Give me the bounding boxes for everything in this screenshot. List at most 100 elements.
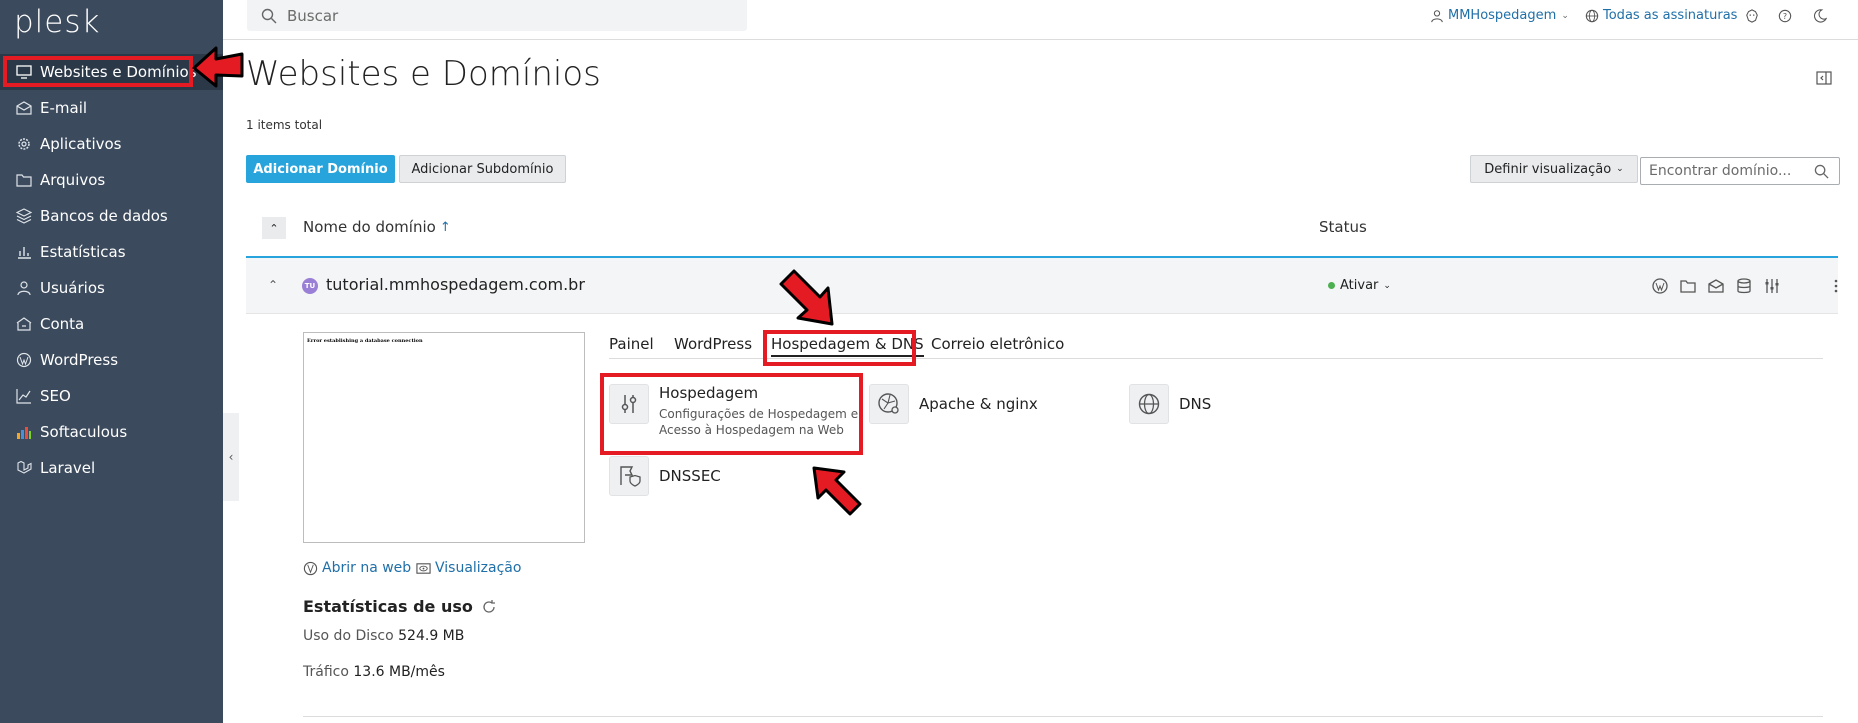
sidebar-item-label: SEO [40, 387, 71, 405]
database-icon[interactable] [1735, 277, 1753, 295]
sidebar-item-users[interactable]: Usuários [0, 270, 223, 306]
plesk-logo[interactable]: plesk [14, 4, 100, 40]
add-subdomain-button[interactable]: Adicionar Subdomínio [399, 155, 566, 183]
add-domain-button[interactable]: Adicionar Domínio [246, 155, 395, 183]
status-dropdown[interactable]: Ativar ⌄ [1328, 278, 1391, 293]
annotation-arrow-tile [812, 466, 862, 516]
tab-painel[interactable]: Painel [609, 335, 654, 353]
tab-wordpress[interactable]: WordPress [674, 335, 752, 353]
find-domain-field[interactable] [1640, 157, 1840, 185]
user-menu[interactable]: MMHospedagem ⌄ [1430, 0, 1569, 31]
chevron-up-icon[interactable]: ⌃ [268, 278, 278, 292]
sidebar-item-label: WordPress [40, 351, 119, 369]
sidebar-collapse-toggle[interactable]: ‹ [223, 413, 239, 501]
sidebar-item-statistics[interactable]: Estatísticas [0, 234, 223, 270]
traffic-label: Tráfico [303, 664, 349, 680]
preview-label: Visualização [435, 560, 522, 576]
tile-icon [1129, 384, 1169, 424]
sidebar-item-label: Arquivos [40, 171, 106, 189]
search-icon[interactable] [1814, 164, 1829, 179]
folder-icon[interactable] [1679, 277, 1697, 295]
tile-icon [609, 456, 649, 496]
annotation-arrow-tab [779, 269, 834, 326]
softaculous-icon [17, 427, 31, 439]
svg-text:?: ? [1783, 12, 1787, 21]
panel-toggle-icon[interactable] [1816, 70, 1832, 86]
help-button[interactable]: ? [1778, 0, 1792, 31]
refresh-icon[interactable] [481, 599, 497, 615]
account-icon [16, 317, 32, 331]
sidebar-item-account[interactable]: Conta [0, 306, 223, 342]
lion-icon [1746, 8, 1758, 23]
user-icon [1431, 9, 1443, 22]
preview-link[interactable]: Visualização [416, 560, 521, 576]
subscriptions-menu[interactable]: Todas as assinaturas [1585, 0, 1737, 31]
disk-usage: Uso do Disco 524.9 MB [303, 628, 464, 644]
define-view-label: Definir visualização [1484, 161, 1612, 177]
domain-badge: TU [302, 278, 318, 294]
sliders-icon[interactable] [1763, 277, 1781, 295]
sidebar-item-databases[interactable]: Bancos de dados [0, 198, 223, 234]
open-web-link[interactable]: Abrir na web [303, 560, 411, 576]
sidebar-item-softaculous[interactable]: Softaculous [0, 414, 223, 450]
disk-usage-label: Uso do Disco [303, 628, 394, 644]
globe-icon [1585, 9, 1599, 22]
chevron-left-icon: ‹ [228, 450, 234, 464]
sidebar-item-wordpress[interactable]: WordPress [0, 342, 223, 378]
chevron-down-icon: ⌄ [1616, 164, 1624, 174]
sidebar-item-label: Softaculous [40, 423, 128, 441]
traffic-value: 13.6 MB/mês [353, 664, 445, 680]
sidebar-item-email[interactable]: E-mail [0, 90, 223, 126]
define-view-button[interactable]: Definir visualização ⌄ [1470, 155, 1638, 183]
lion-icon-button[interactable] [1745, 0, 1759, 31]
double-chevron-up-icon: ⌃ [269, 221, 279, 235]
domain-row[interactable]: ⌃ TU tutorial.mmhospedagem.com.br Ativar… [246, 258, 1838, 314]
search-icon [261, 8, 277, 23]
tile-title: DNSSEC [659, 467, 721, 485]
wordpress-icon[interactable] [1651, 277, 1669, 295]
theme-toggle[interactable] [1813, 0, 1827, 31]
sidebar-item-label: Estatísticas [40, 243, 126, 261]
sidebar-item-label: Laravel [40, 459, 96, 477]
annotation-arrow-sidebar [192, 46, 244, 88]
global-search[interactable] [247, 0, 747, 31]
collapse-all-button[interactable]: ⌃ [262, 217, 286, 239]
annotation-box-tab [763, 330, 916, 366]
find-domain-input[interactable] [1649, 163, 1814, 179]
tile-title: DNS [1179, 395, 1212, 413]
section-divider [303, 716, 1823, 717]
preview-error-text: Error establishing a database connection [307, 338, 423, 344]
status-label: Ativar [1340, 278, 1379, 293]
website-preview[interactable]: Error establishing a database connection [303, 332, 585, 543]
tile-dnssec[interactable]: DNSSEC [609, 456, 721, 496]
column-header-domain[interactable]: Nome do domínio ↑ [303, 212, 451, 242]
bar-chart-icon [18, 247, 31, 259]
annotation-box-sidebar [3, 56, 193, 87]
mail-icon[interactable] [1707, 277, 1725, 295]
gear-icon [18, 138, 30, 150]
chevron-down-icon: ⌄ [1561, 10, 1569, 21]
user-name: MMHospedagem [1448, 8, 1557, 23]
sidebar: plesk Websites e Domínios E-mail Aplicat… [0, 0, 223, 723]
sidebar-item-files[interactable]: Arquivos [0, 162, 223, 198]
database-icon [16, 208, 32, 224]
open-web-label: Abrir na web [322, 560, 412, 576]
globe-icon [303, 561, 318, 575]
more-vertical-icon[interactable] [1827, 277, 1845, 295]
sidebar-item-laravel[interactable]: Laravel [0, 450, 223, 486]
tile-dns[interactable]: DNS [1129, 384, 1211, 424]
search-input[interactable] [287, 6, 727, 25]
sidebar-item-seo[interactable]: SEO [0, 378, 223, 414]
tab-email[interactable]: Correio eletrônico [931, 335, 1064, 353]
sidebar-item-label: Aplicativos [40, 135, 122, 153]
domain-name[interactable]: tutorial.mmhospedagem.com.br [326, 275, 585, 294]
row-actions [1651, 277, 1845, 295]
traffic-usage: Tráfico 13.6 MB/mês [303, 664, 445, 680]
moon-icon [1814, 8, 1827, 22]
annotation-box-tile [600, 373, 863, 455]
sidebar-item-apps[interactable]: Aplicativos [0, 126, 223, 162]
tile-apache-nginx[interactable]: Apache & nginx [869, 384, 1038, 424]
laravel-icon [17, 460, 32, 474]
flag-shield-icon [620, 466, 641, 487]
column-header-status[interactable]: Status [1319, 212, 1367, 242]
